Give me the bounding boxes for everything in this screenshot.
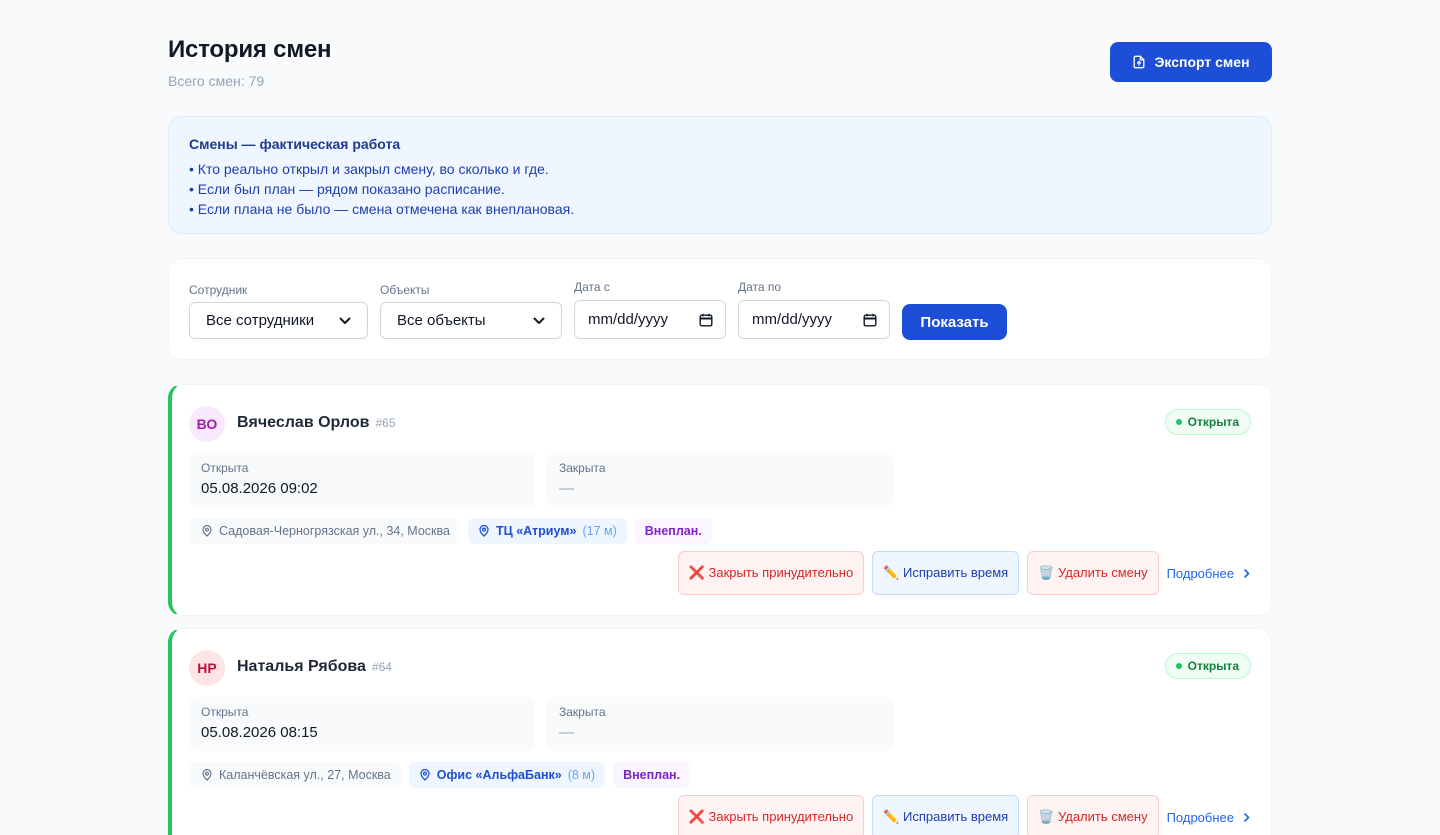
unplanned-badge: Внеплан. (613, 762, 691, 788)
opened-label: Открыта (201, 705, 249, 719)
page-header: История смен Всего смен: 79 Экспорт смен (168, 0, 1272, 116)
status-text: Открыта (1187, 415, 1239, 429)
closed-value: — (559, 724, 574, 741)
shift-total-label: Всего смен: (168, 73, 245, 89)
closed-label: Закрыта (559, 461, 606, 475)
map-pin-icon (202, 525, 212, 537)
status-dot-icon (1175, 663, 1182, 669)
shift-card: ВО Вячеслав Орлов #65 Открыта Открыта 05.… (168, 384, 1272, 616)
force-close-button[interactable]: ❌ Закрыть принудительно (677, 795, 865, 835)
avatar: НР (189, 650, 225, 686)
shift-total: Всего смен: 79 (168, 73, 264, 89)
address-chip: Каланчёвская ул., 27, Москва (189, 762, 401, 788)
object-name: ТЦ «Атриум» (495, 524, 577, 538)
object-chip[interactable]: Офис «АльфаБанк» (8 м) (408, 762, 606, 788)
date-to-value: mm/dd/yyyy (752, 311, 833, 328)
opened-value: 05.08.2026 08:15 (201, 724, 318, 741)
shift-chips: Каланчёвская ул., 27, Москва Офис «Альфа… (189, 762, 691, 788)
status-badge: Открыта (1164, 653, 1251, 679)
status-text: Открыта (1187, 659, 1239, 673)
shift-total-count: 79 (248, 73, 265, 89)
shift-id: #64 (371, 660, 392, 674)
object-distance: (8 м) (567, 768, 596, 782)
opened-value: 05.08.2026 09:02 (201, 480, 318, 497)
calendar-icon[interactable] (863, 313, 877, 327)
date-from-value: mm/dd/yyyy (588, 311, 669, 328)
employee-name-text: Наталья Рябова (237, 658, 366, 675)
map-pin-icon (202, 769, 212, 781)
export-shifts-button[interactable]: Экспорт смен (1110, 42, 1272, 82)
employee-filter-label: Сотрудник (189, 283, 248, 297)
objects-filter-label: Объекты (380, 283, 430, 297)
details-link-label: Подробнее (1166, 565, 1234, 581)
opened-time-box: Открыта 05.08.2026 08:15 (189, 697, 535, 751)
avatar: ВО (189, 406, 225, 442)
employee-select[interactable]: Все сотрудники (189, 302, 368, 339)
file-export-icon (1133, 55, 1145, 69)
address-text: Каланчёвская ул., 27, Москва (219, 768, 391, 782)
object-name: Офис «АльфаБанк» (436, 768, 562, 782)
date-to-input[interactable]: mm/dd/yyyy (738, 300, 890, 339)
closed-time-box: Закрыта — (547, 697, 893, 751)
employee-name: Вячеслав Орлов #65 (237, 414, 396, 432)
calendar-icon[interactable] (699, 313, 713, 327)
date-from-label: Дата с (574, 280, 610, 294)
employee-select-value: Все сотрудники (206, 312, 315, 329)
location-target-icon (420, 769, 430, 781)
force-close-button[interactable]: ❌ Закрыть принудительно (677, 551, 865, 595)
date-from-input[interactable]: mm/dd/yyyy (574, 300, 726, 339)
location-target-icon (479, 525, 489, 537)
employee-name-text: Вячеслав Орлов (237, 414, 370, 431)
info-title: Смены — фактическая работа (189, 136, 401, 152)
export-shifts-label: Экспорт смен (1154, 54, 1250, 70)
objects-select[interactable]: Все объекты (380, 302, 562, 339)
details-link[interactable]: Подробнее (1167, 566, 1251, 581)
shift-actions: ❌ Закрыть принудительно ✏️ Исправить вре… (677, 795, 1251, 835)
date-to-label: Дата по (738, 280, 782, 294)
info-line: • Кто реально открыл и закрыл смену, во … (189, 161, 549, 177)
status-badge: Открыта (1164, 409, 1251, 435)
chevron-down-icon (339, 317, 351, 324)
closed-label: Закрыта (559, 705, 606, 719)
chevron-right-icon (1244, 568, 1250, 578)
object-chip[interactable]: ТЦ «Атриум» (17 м) (467, 518, 627, 544)
opened-time-box: Открыта 05.08.2026 09:02 (189, 453, 535, 507)
fix-time-button[interactable]: ✏️ Исправить время (872, 551, 1020, 595)
closed-time-box: Закрыта — (547, 453, 893, 507)
page-title: История смен (168, 36, 332, 63)
page-container: История смен Всего смен: 79 Экспорт смен … (168, 0, 1272, 835)
shift-chips: Садовая-Черногрязская ул., 34, Москва ТЦ… (189, 518, 712, 544)
object-distance: (17 м) (582, 524, 617, 538)
address-text: Садовая-Черногрязская ул., 34, Москва (219, 524, 450, 538)
employee-name: Наталья Рябова #64 (237, 658, 392, 676)
details-link-label: Подробнее (1166, 809, 1234, 825)
address-chip: Садовая-Черногрязская ул., 34, Москва (189, 518, 460, 544)
shift-card: НР Наталья Рябова #64 Открыта Открыта 05.… (168, 628, 1272, 835)
shift-actions: ❌ Закрыть принудительно ✏️ Исправить вре… (677, 551, 1251, 595)
opened-label: Открыта (201, 461, 249, 475)
objects-select-value: Все объекты (397, 312, 486, 329)
show-button[interactable]: Показать (902, 304, 1007, 340)
info-line: • Если плана не было — смена отмечена ка… (189, 201, 575, 217)
delete-shift-button[interactable]: 🗑️ Удалить смену (1027, 551, 1159, 595)
chevron-down-icon (533, 317, 545, 324)
fix-time-button[interactable]: ✏️ Исправить время (872, 795, 1020, 835)
delete-shift-button[interactable]: 🗑️ Удалить смену (1027, 795, 1159, 835)
details-link[interactable]: Подробнее (1167, 810, 1251, 825)
info-banner: Смены — фактическая работа • Кто реально… (168, 116, 1272, 234)
filters-panel: Сотрудник Все сотрудники Объекты Все объ… (168, 258, 1272, 360)
shift-id: #65 (375, 416, 396, 430)
unplanned-badge: Внеплан. (634, 518, 712, 544)
chevron-right-icon (1244, 812, 1250, 822)
info-line: • Если был план — рядом показано расписа… (189, 181, 505, 197)
closed-value: — (559, 480, 574, 497)
status-dot-icon (1175, 419, 1182, 425)
